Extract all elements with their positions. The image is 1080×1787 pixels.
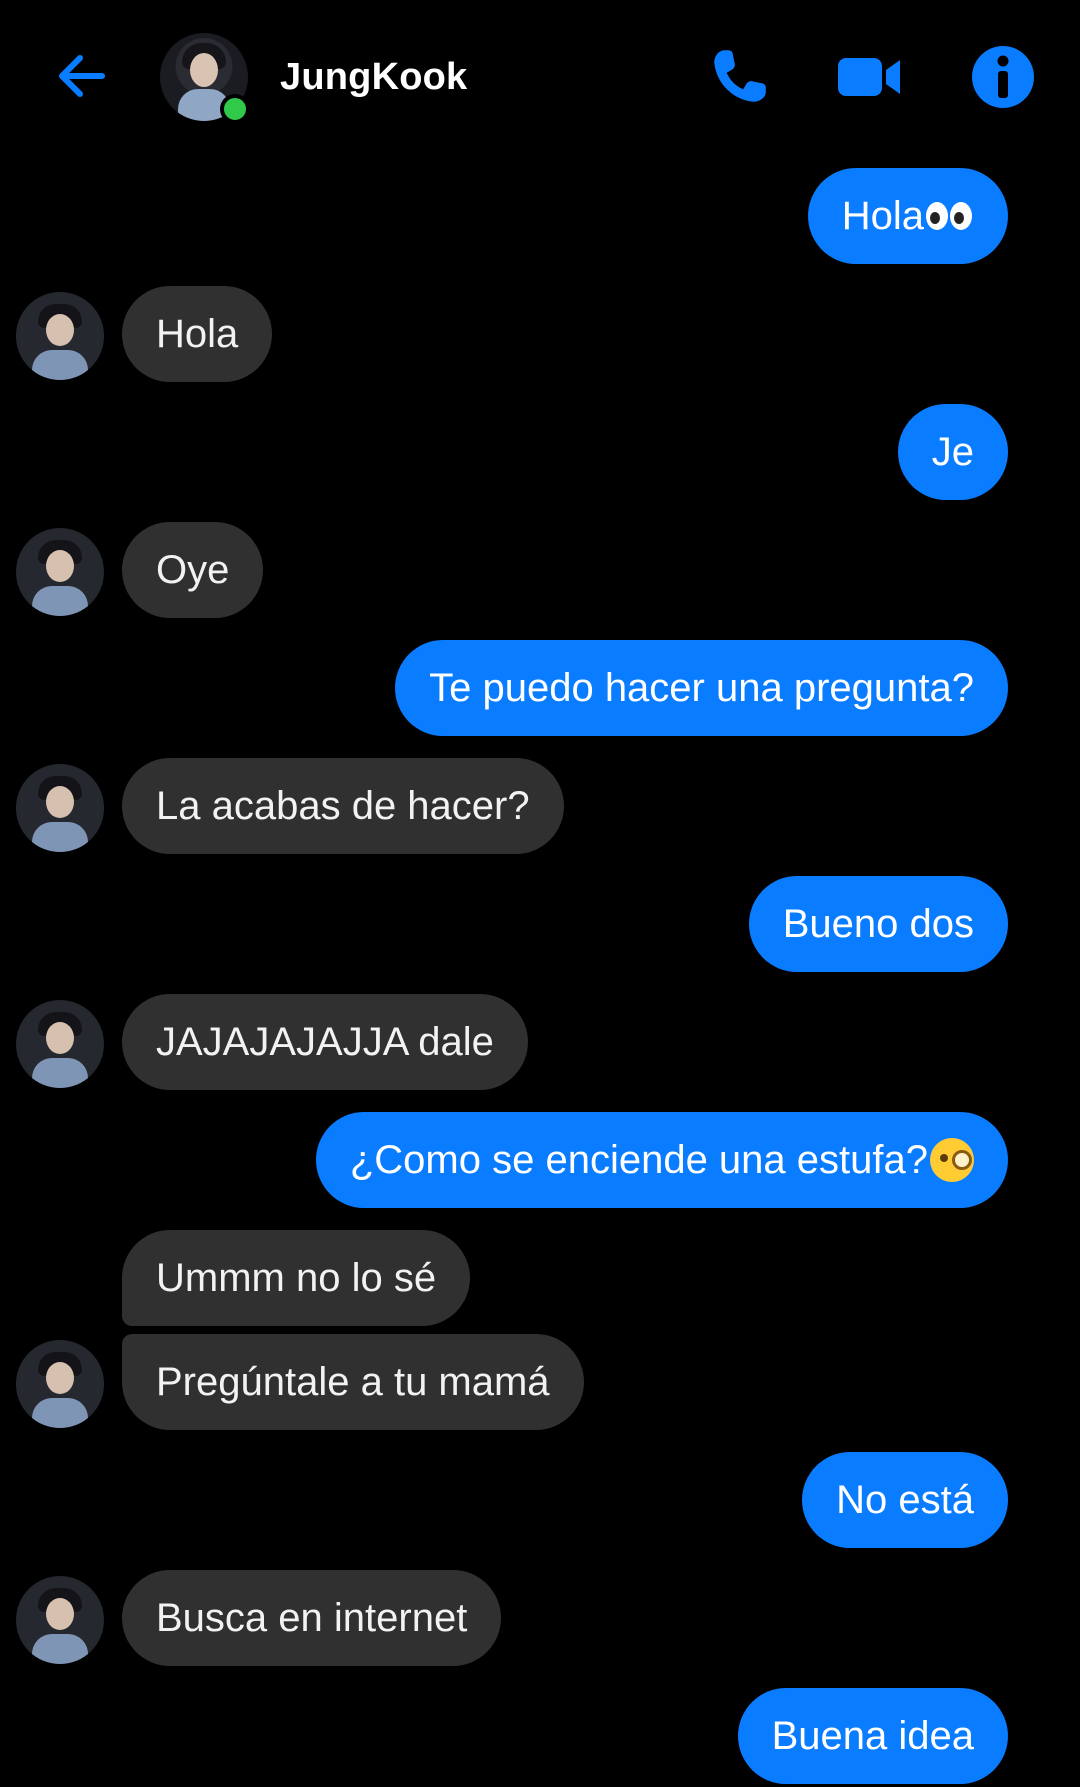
phone-icon[interactable] [706, 44, 772, 110]
outgoing-message-bubble[interactable]: Te puedo hacer una pregunta? [395, 640, 1008, 736]
contact-avatar-small[interactable] [16, 764, 104, 852]
outgoing-message-bubble[interactable]: Hola [807, 168, 1008, 264]
contact-avatar-small[interactable] [16, 528, 104, 616]
online-status-dot [220, 94, 250, 124]
incoming-message-bubble[interactable]: Pregúntale a tu mamá [122, 1334, 584, 1430]
message-text: Busca en internet [156, 1596, 468, 1640]
incoming-message-bubble[interactable]: Ummm no lo sé [122, 1230, 471, 1326]
eyes-emoji-icon [926, 200, 974, 232]
message-text: Bueno dos [782, 902, 974, 946]
outgoing-message-bubble[interactable]: ¿Como se enciende una estufa? [315, 1112, 1008, 1208]
contact-avatar-small[interactable] [16, 1576, 104, 1664]
message-text: La acabas de hacer? [156, 784, 530, 828]
message-text: No está [836, 1478, 974, 1522]
message-text: Te puedo hacer una pregunta? [429, 666, 974, 710]
incoming-message-bubble[interactable]: JAJAJAJAJJA dale [122, 994, 528, 1090]
outgoing-message-bubble[interactable]: Bueno dos [748, 876, 1008, 972]
message-text: Je [931, 430, 974, 474]
face-with-monocle-emoji-icon [930, 1138, 974, 1182]
contact-avatar-small[interactable] [16, 292, 104, 380]
message-text: Buena idea [771, 1714, 974, 1758]
message-text: JAJAJAJAJJA dale [156, 1020, 494, 1064]
message-text: Ummm no lo sé [156, 1256, 437, 1300]
info-icon[interactable] [970, 44, 1036, 110]
outgoing-message-bubble[interactable]: Buena idea [737, 1688, 1008, 1784]
message-text: Hola [841, 194, 924, 238]
outgoing-message-bubble[interactable]: No está [802, 1452, 1008, 1548]
outgoing-message-bubble[interactable]: Je [897, 404, 1008, 500]
message-text: Pregúntale a tu mamá [156, 1360, 550, 1404]
chat-header: JungKook [0, 0, 1080, 156]
incoming-message-bubble[interactable]: Busca en internet [122, 1570, 502, 1666]
incoming-message-bubble[interactable]: La acabas de hacer? [122, 758, 564, 854]
contact-avatar-small[interactable] [16, 1000, 104, 1088]
incoming-message-bubble[interactable]: Oye [122, 522, 264, 618]
video-camera-icon[interactable] [836, 44, 902, 110]
contact-avatar-small[interactable] [16, 1340, 104, 1428]
incoming-message-bubble[interactable]: Hola [122, 286, 273, 382]
message-text: Oye [156, 548, 230, 592]
contact-name[interactable]: JungKook [280, 56, 467, 99]
message-text: Hola [156, 312, 239, 356]
back-arrow-icon[interactable] [52, 46, 112, 106]
message-text: ¿Como se enciende una estufa? [349, 1138, 928, 1182]
